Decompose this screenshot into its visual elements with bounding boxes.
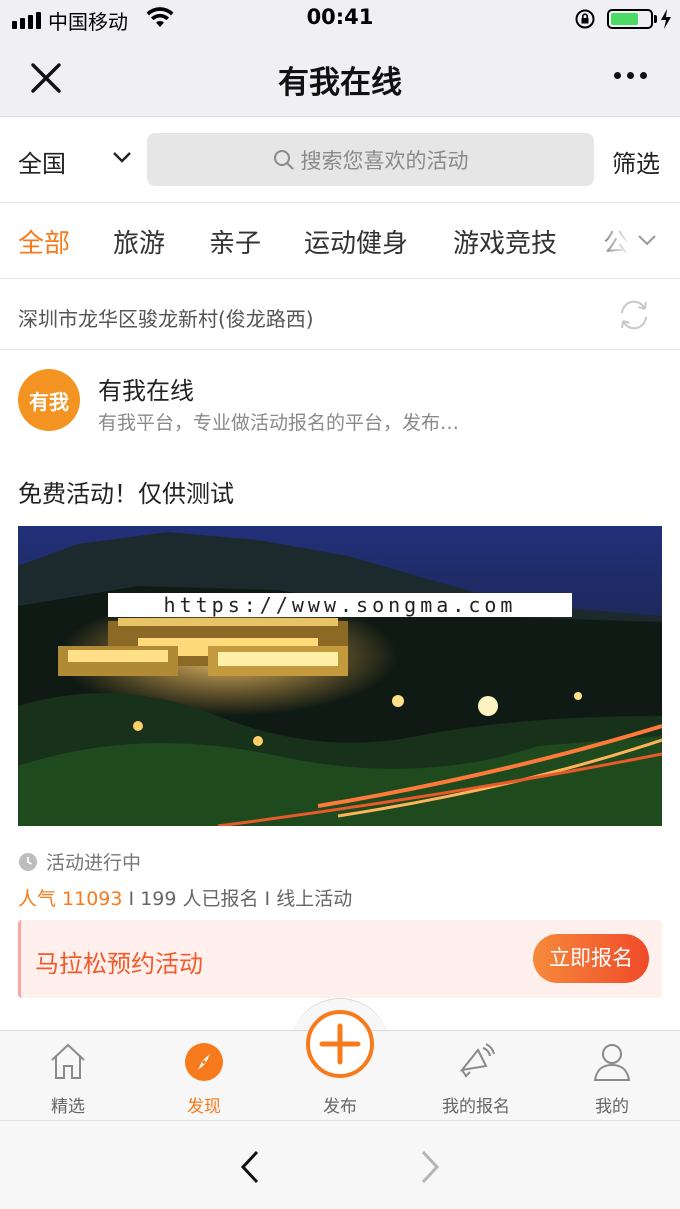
activity-type: 线上活动 [276, 888, 353, 910]
search-placeholder: 搜索您喜欢的活动 [300, 148, 469, 173]
tab-sports[interactable]: 运动健身 [304, 223, 408, 260]
activity-status: 活动进行中 [18, 848, 141, 875]
tab-travel[interactable]: 旅游 [113, 223, 165, 260]
browser-toolbar [0, 1120, 680, 1209]
chevron-down-icon[interactable] [112, 150, 132, 164]
home-icon [51, 1043, 85, 1079]
clock-icon [19, 852, 37, 871]
organizer-logo[interactable]: 有我 [18, 369, 80, 431]
cta-title: 马拉松预约活动 [35, 950, 203, 978]
tab-publish[interactable]: 发布 [280, 1030, 400, 1120]
nav-bar: 有我在线 [0, 38, 680, 117]
organizer-description: 有我平台，专业做活动报名的平台，发布… [98, 412, 460, 434]
tab-all[interactable]: 全部 [18, 223, 70, 260]
filter-button[interactable]: 筛选 [612, 144, 660, 179]
register-button[interactable]: 立即报名 [533, 934, 649, 983]
tab-me[interactable]: 我的 [552, 1030, 672, 1120]
battery-icon [607, 9, 653, 29]
watermark-url: https://www.songma.com [108, 593, 572, 617]
region-selector[interactable]: 全国 [18, 144, 66, 179]
tab-gaming[interactable]: 游戏竞技 [453, 223, 557, 260]
registration-card: 马拉松预约活动 立即报名 [18, 920, 662, 998]
rotation-lock-icon [575, 9, 595, 29]
activity-stats: 人气 11093 I 199 人已报名 I 线上活动 [18, 884, 352, 911]
separator: I [128, 888, 135, 910]
activity-banner[interactable]: https://www.songma.com [18, 526, 662, 826]
compass-icon [185, 1043, 223, 1081]
search-input[interactable]: 搜索您喜欢的活动 [147, 133, 594, 186]
activity-title[interactable]: 免费活动！仅供测试 [18, 474, 234, 509]
registered-count: 199 人已报名 [140, 888, 259, 910]
more-icon[interactable] [614, 72, 647, 79]
category-tabs: 全部 旅游 亲子 运动健身 游戏竞技 公 [0, 203, 680, 279]
tab-discover[interactable]: 发现 [144, 1030, 264, 1120]
current-location: 深圳市龙华区骏龙新村(俊龙路西) [18, 307, 314, 331]
tab-family[interactable]: 亲子 [209, 223, 261, 260]
forward-arrow-icon[interactable] [418, 1149, 442, 1185]
status-bar: 中国移动 00:41 [0, 0, 680, 38]
popularity: 人气 11093 [18, 888, 123, 910]
location-row: 深圳市龙华区骏龙新村(俊龙路西) [0, 279, 680, 350]
refresh-icon[interactable] [615, 296, 653, 334]
user-icon [593, 1044, 631, 1081]
banner-image [18, 526, 662, 826]
search-row: 全国 搜索您喜欢的活动 筛选 [0, 117, 680, 203]
back-arrow-icon[interactable] [238, 1149, 262, 1185]
page-title: 有我在线 [278, 65, 402, 101]
charging-icon [661, 9, 671, 29]
megaphone-icon [459, 1043, 495, 1078]
organizer-name[interactable]: 有我在线 [98, 371, 194, 406]
tab-featured[interactable]: 精选 [8, 1030, 128, 1120]
search-icon [273, 149, 294, 170]
expand-tabs-icon[interactable] [636, 233, 658, 247]
tab-my-registrations[interactable]: 我的报名 [416, 1030, 536, 1120]
separator: I [264, 888, 271, 910]
